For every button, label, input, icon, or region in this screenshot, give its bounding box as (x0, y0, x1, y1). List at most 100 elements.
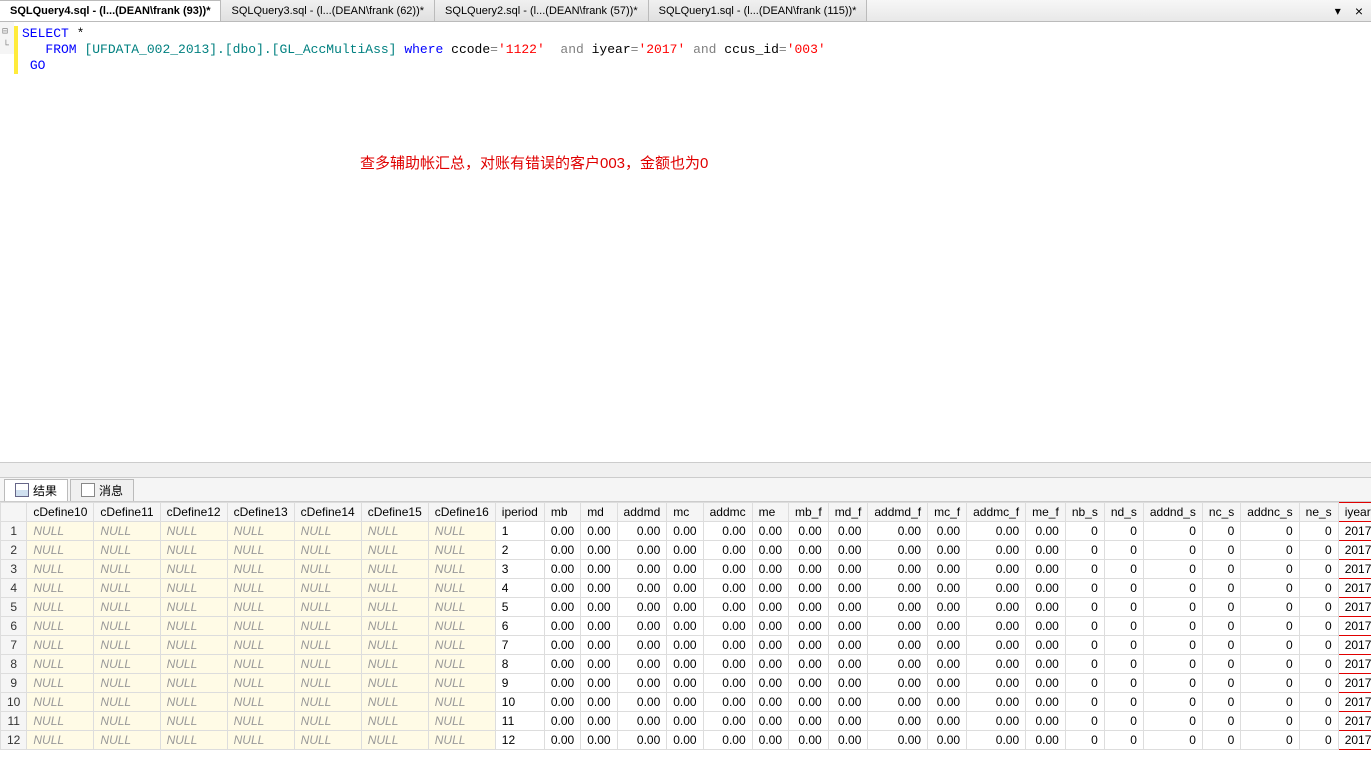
cell-decimal[interactable]: 0.00 (617, 636, 667, 655)
cell-decimal[interactable]: 0.00 (667, 598, 703, 617)
cell-null[interactable]: NULL (294, 617, 361, 636)
column-header-me[interactable]: me (752, 503, 788, 522)
cell-null[interactable]: NULL (160, 731, 227, 750)
cell-null[interactable]: NULL (27, 541, 94, 560)
cell-null[interactable]: NULL (361, 522, 428, 541)
column-header-addnc_s[interactable]: addnc_s (1241, 503, 1299, 522)
cell-null[interactable]: NULL (27, 636, 94, 655)
cell-decimal[interactable]: 0.00 (967, 522, 1026, 541)
cell-decimal[interactable]: 0.00 (544, 541, 580, 560)
cell-null[interactable]: NULL (27, 617, 94, 636)
cell-decimal[interactable]: 0.00 (1026, 541, 1066, 560)
cell-decimal[interactable]: 0.00 (617, 579, 667, 598)
cell-null[interactable]: NULL (27, 731, 94, 750)
cell-decimal[interactable]: 0.00 (868, 579, 928, 598)
cell-int[interactable]: 0 (1241, 522, 1299, 541)
cell-decimal[interactable]: 0.00 (828, 598, 868, 617)
cell-decimal[interactable]: 0.00 (617, 712, 667, 731)
cell-int[interactable]: 0 (1202, 674, 1240, 693)
cell-iyear[interactable]: 2017 (1338, 655, 1371, 674)
cell-int[interactable]: 0 (1104, 617, 1143, 636)
cell-iperiod[interactable]: 6 (495, 617, 544, 636)
cell-int[interactable]: 0 (1143, 693, 1202, 712)
cell-decimal[interactable]: 0.00 (544, 731, 580, 750)
table-row[interactable]: 12NULLNULLNULLNULLNULLNULLNULL120.000.00… (1, 731, 1371, 750)
cell-iperiod[interactable]: 4 (495, 579, 544, 598)
cell-iperiod[interactable]: 7 (495, 636, 544, 655)
cell-decimal[interactable]: 0.00 (667, 579, 703, 598)
cell-int[interactable]: 0 (1104, 636, 1143, 655)
cell-null[interactable]: NULL (227, 617, 294, 636)
cell-decimal[interactable]: 0.00 (868, 522, 928, 541)
cell-decimal[interactable]: 0.00 (667, 731, 703, 750)
cell-decimal[interactable]: 0.00 (667, 522, 703, 541)
cell-null[interactable]: NULL (294, 655, 361, 674)
tab-sqlquery1[interactable]: SQLQuery1.sql - (l...(DEAN\frank (115))* (649, 0, 868, 21)
cell-decimal[interactable]: 0.00 (703, 579, 752, 598)
editor-horizontal-scrollbar[interactable] (0, 462, 1371, 478)
cell-null[interactable]: NULL (428, 541, 495, 560)
cell-null[interactable]: NULL (361, 731, 428, 750)
column-header-cDefine11[interactable]: cDefine11 (94, 503, 160, 522)
cell-null[interactable]: NULL (94, 579, 160, 598)
cell-decimal[interactable]: 0.00 (928, 674, 967, 693)
cell-null[interactable]: NULL (160, 674, 227, 693)
column-header-addmc[interactable]: addmc (703, 503, 752, 522)
cell-null[interactable]: NULL (160, 598, 227, 617)
cell-decimal[interactable]: 0.00 (868, 674, 928, 693)
cell-int[interactable]: 0 (1065, 636, 1104, 655)
cell-decimal[interactable]: 0.00 (544, 560, 580, 579)
tab-messages[interactable]: 消息 (70, 479, 134, 501)
cell-decimal[interactable]: 0.00 (868, 617, 928, 636)
cell-decimal[interactable]: 0.00 (1026, 712, 1066, 731)
cell-null[interactable]: NULL (94, 712, 160, 731)
cell-decimal[interactable]: 0.00 (617, 617, 667, 636)
cell-decimal[interactable]: 0.00 (703, 712, 752, 731)
cell-int[interactable]: 0 (1104, 522, 1143, 541)
cell-null[interactable]: NULL (27, 579, 94, 598)
cell-int[interactable]: 0 (1299, 655, 1338, 674)
cell-null[interactable]: NULL (361, 655, 428, 674)
cell-int[interactable]: 0 (1241, 598, 1299, 617)
column-header-nc_s[interactable]: nc_s (1202, 503, 1240, 522)
cell-decimal[interactable]: 0.00 (581, 541, 617, 560)
cell-null[interactable]: NULL (428, 693, 495, 712)
cell-null[interactable]: NULL (27, 655, 94, 674)
cell-decimal[interactable]: 0.00 (928, 693, 967, 712)
cell-decimal[interactable]: 0.00 (581, 617, 617, 636)
cell-iperiod[interactable]: 10 (495, 693, 544, 712)
cell-decimal[interactable]: 0.00 (617, 541, 667, 560)
cell-null[interactable]: NULL (428, 617, 495, 636)
cell-null[interactable]: NULL (294, 541, 361, 560)
table-row[interactable]: 2NULLNULLNULLNULLNULLNULLNULL20.000.000.… (1, 541, 1371, 560)
cell-null[interactable]: NULL (94, 731, 160, 750)
row-number[interactable]: 7 (1, 636, 27, 655)
cell-int[interactable]: 0 (1104, 712, 1143, 731)
cell-decimal[interactable]: 0.00 (868, 712, 928, 731)
cell-int[interactable]: 0 (1065, 731, 1104, 750)
cell-int[interactable]: 0 (1202, 693, 1240, 712)
row-number[interactable]: 9 (1, 674, 27, 693)
tab-sqlquery3[interactable]: SQLQuery3.sql - (l...(DEAN\frank (62))* (221, 0, 435, 21)
column-header-cDefine14[interactable]: cDefine14 (294, 503, 361, 522)
cell-decimal[interactable]: 0.00 (928, 636, 967, 655)
cell-int[interactable]: 0 (1241, 731, 1299, 750)
cell-decimal[interactable]: 0.00 (703, 598, 752, 617)
cell-int[interactable]: 0 (1143, 560, 1202, 579)
cell-iyear[interactable]: 2017 (1338, 598, 1371, 617)
cell-decimal[interactable]: 0.00 (967, 712, 1026, 731)
table-row[interactable]: 8NULLNULLNULLNULLNULLNULLNULL80.000.000.… (1, 655, 1371, 674)
cell-null[interactable]: NULL (160, 579, 227, 598)
cell-int[interactable]: 0 (1241, 636, 1299, 655)
column-header-iyear[interactable]: iyear (1338, 503, 1371, 522)
cell-int[interactable]: 0 (1104, 693, 1143, 712)
cell-decimal[interactable]: 0.00 (868, 655, 928, 674)
cell-int[interactable]: 0 (1202, 560, 1240, 579)
column-header-iperiod[interactable]: iperiod (495, 503, 544, 522)
cell-null[interactable]: NULL (27, 674, 94, 693)
table-row[interactable]: 6NULLNULLNULLNULLNULLNULLNULL60.000.000.… (1, 617, 1371, 636)
cell-decimal[interactable]: 0.00 (828, 522, 868, 541)
cell-int[interactable]: 0 (1241, 712, 1299, 731)
cell-decimal[interactable]: 0.00 (928, 522, 967, 541)
column-header-addmd_f[interactable]: addmd_f (868, 503, 928, 522)
